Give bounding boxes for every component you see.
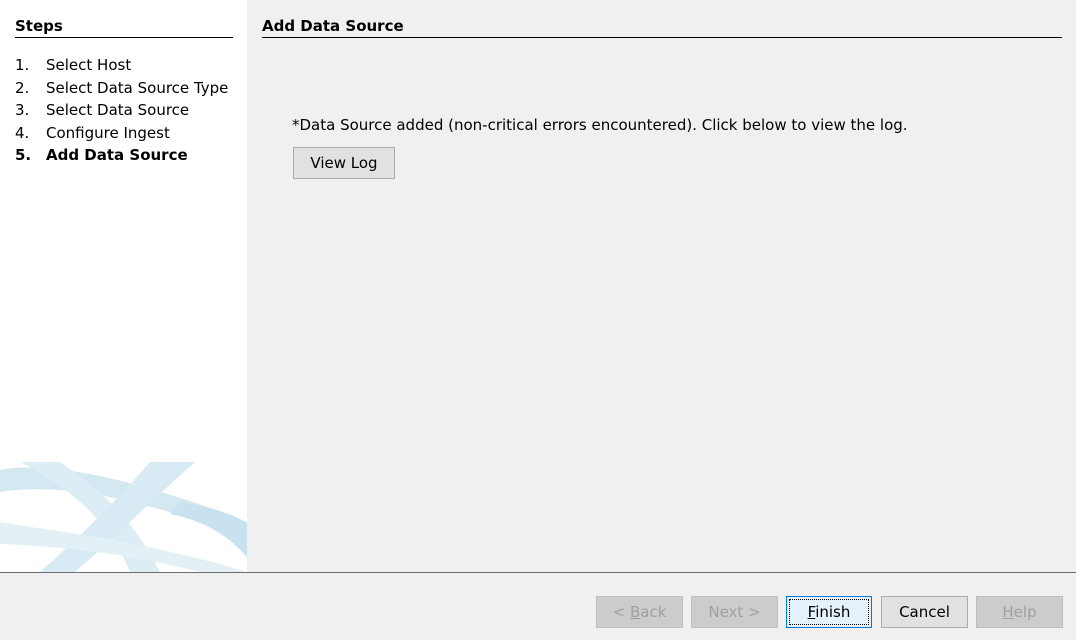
view-log-button[interactable]: View Log xyxy=(293,147,395,179)
next-button[interactable]: Next > xyxy=(691,596,778,628)
step-label: Select Data Source xyxy=(46,101,190,119)
finish-button[interactable]: Finish xyxy=(786,596,872,628)
step-label: Select Host xyxy=(46,56,132,74)
back-button[interactable]: < Back xyxy=(596,596,683,628)
page-title: Add Data Source xyxy=(262,16,1062,38)
step-number: 4. xyxy=(15,123,30,142)
add-data-source-wizard: Steps 1. Select Host 2. Select Data Source… xyxy=(0,0,1076,640)
step-item-configure-ingest: 4. Configure Ingest xyxy=(15,122,228,145)
status-message: *Data Source added (non-critical errors … xyxy=(292,116,908,134)
back-prefix: < xyxy=(612,603,630,621)
step-number: 3. xyxy=(15,101,30,119)
cancel-button[interactable]: Cancel xyxy=(881,596,968,628)
step-item-add-data-source: 5. Add Data Source xyxy=(15,144,228,167)
steps-list: 1. Select Host 2. Select Data Source Type … xyxy=(15,54,228,167)
steps-panel: Steps 1. Select Host 2. Select Data Source… xyxy=(0,0,247,572)
step-number: 1. xyxy=(15,56,30,74)
help-mnemonic: H xyxy=(1002,603,1014,621)
help-button[interactable]: Help xyxy=(976,596,1063,628)
step-item-select-data-source-type: 2. Select Data Source Type xyxy=(15,77,228,100)
step-number: 5. xyxy=(15,146,32,164)
decorative-swoosh-graphic xyxy=(0,462,247,572)
step-number: 2. xyxy=(15,78,30,97)
step-item-select-host: 1. Select Host xyxy=(15,54,228,77)
step-label: Select Data Source Type xyxy=(46,78,229,97)
back-label-rest: ack xyxy=(640,603,667,621)
steps-heading: Steps xyxy=(15,16,233,38)
focus-ring xyxy=(789,599,869,625)
help-label-rest: elp xyxy=(1013,603,1037,621)
step-item-select-data-source: 3. Select Data Source xyxy=(15,99,228,122)
back-mnemonic: B xyxy=(629,603,641,621)
step-label: Configure Ingest xyxy=(46,123,170,142)
footer-separator xyxy=(0,572,1076,573)
step-label: Add Data Source xyxy=(46,146,188,164)
